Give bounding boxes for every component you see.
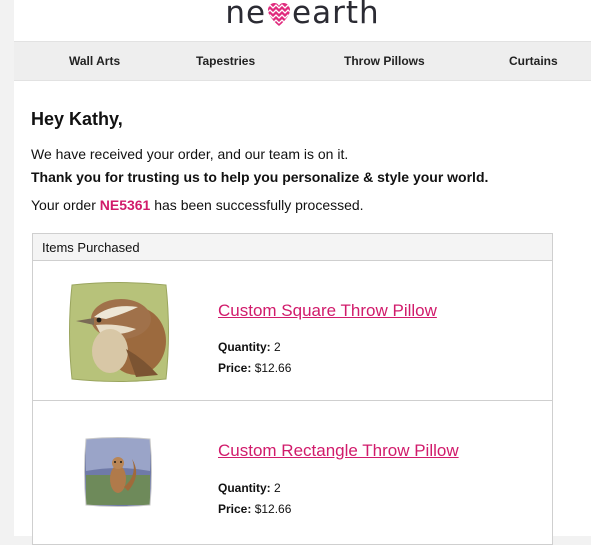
list-item: Custom Rectangle Throw Pillow Quantity: … (33, 401, 552, 540)
bird-pillow-image[interactable] (66, 279, 172, 385)
list-item: Custom Square Throw Pillow Quantity: 2 P… (33, 261, 552, 401)
price-text: Price: $12.66 (218, 361, 292, 375)
greeting-heading: Hey Kathy, (31, 109, 123, 129)
nav-curtains[interactable]: Curtains (509, 54, 558, 68)
thank-you-text: Thank you for trusting us to help you pe… (31, 169, 489, 185)
product-link[interactable]: Custom Rectangle Throw Pillow (218, 441, 459, 461)
order-number: NE5361 (99, 197, 151, 213)
order-suffix: has been successfully processed. (150, 197, 364, 213)
order-received-text: We have received your order, and our tea… (31, 146, 349, 162)
items-purchased-table: Items Purchased Custom Square Throw Pill… (32, 233, 553, 545)
heart-logo-icon (268, 3, 291, 26)
nav-throw-pillows[interactable]: Throw Pillows (344, 54, 425, 68)
nav-bar: Wall Arts Tapestries Throw Pillows Curta… (14, 41, 591, 81)
nav-tapestries[interactable]: Tapestries (196, 54, 255, 68)
product-link[interactable]: Custom Square Throw Pillow (218, 301, 437, 321)
quantity-text: Quantity: 2 (218, 481, 281, 495)
logo-text-right: earth (292, 0, 380, 31)
items-header: Items Purchased (33, 234, 552, 261)
brand-logo[interactable]: ne earth (14, 0, 591, 40)
order-prefix: Your order (31, 197, 100, 213)
logo-text-left: ne (225, 0, 267, 31)
price-text: Price: $12.66 (218, 502, 292, 516)
quantity-text: Quantity: 2 (218, 340, 281, 354)
squirrel-pillow-image[interactable] (82, 435, 154, 509)
order-status-text: Your order NE5361 has been successfully … (31, 197, 364, 213)
nav-wall-arts[interactable]: Wall Arts (69, 54, 120, 68)
email-card: ne earth Wall Arts Tapestries Throw Pill… (14, 0, 591, 545)
